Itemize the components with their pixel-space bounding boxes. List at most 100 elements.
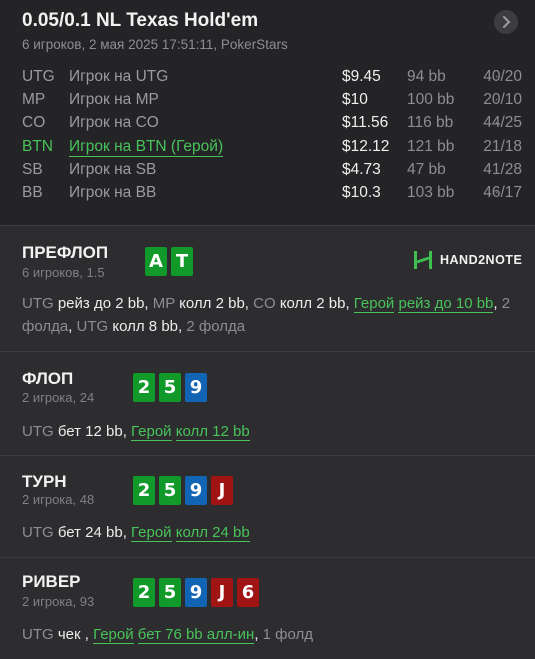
- player-position: SB: [22, 160, 43, 178]
- action-separator: ,: [345, 295, 350, 312]
- player-stack: $10.3: [342, 183, 381, 201]
- action-text: колл 2 bb: [279, 295, 346, 312]
- action-separator: ,: [178, 318, 183, 335]
- board-cards: AT: [145, 247, 193, 276]
- player-stack-bb: 100 bb: [407, 91, 455, 109]
- action-separator: ,: [244, 295, 249, 312]
- player-stack-bb: 103 bb: [407, 183, 455, 201]
- player-row: CO Игрок на CO $11.56 116 bb · 44/25: [22, 114, 522, 137]
- action-player: CO: [253, 295, 276, 312]
- board-cards: 259: [133, 373, 207, 402]
- street-actions: UTG чек , Герой бет 76 bb алл-ин, 1 фолд: [22, 623, 522, 646]
- hero-link[interactable]: Герой: [131, 524, 172, 542]
- playing-card: 9: [185, 373, 207, 402]
- fold-summary: 2 фолда: [186, 318, 246, 335]
- action-player: UTG: [22, 295, 54, 312]
- player-name[interactable]: Игрок на CO: [69, 114, 159, 132]
- playing-card: 2: [133, 373, 155, 402]
- action-text: бет 76 bb алл-ин: [137, 626, 255, 644]
- player-position: CO: [22, 114, 46, 132]
- action-text: колл 12 bb: [175, 423, 250, 441]
- hand2note-logo: HAND2NOTE: [412, 249, 522, 271]
- playing-card: 5: [159, 373, 181, 402]
- player-name[interactable]: Игрок на BB: [69, 184, 156, 202]
- player-name[interactable]: Игрок на UTG: [69, 68, 168, 86]
- player-stack: $9.45: [342, 68, 381, 85]
- hero-link[interactable]: Герой: [131, 423, 172, 441]
- player-position: MP: [22, 91, 46, 109]
- street-info: 2 игрока, 48: [22, 492, 95, 507]
- action-player: MP: [152, 295, 175, 312]
- action-text: рейз до 2 bb: [57, 295, 145, 312]
- playing-card: 9: [185, 476, 207, 505]
- action-text: чек: [57, 626, 81, 643]
- player-row: BTN Игрок на BTN (Герой) $12.12 121 bb · 21/1…: [22, 138, 522, 161]
- playing-card: J: [211, 578, 233, 607]
- street-info: 2 игрока, 93: [22, 594, 95, 609]
- street-name: ПРЕФЛОП: [22, 243, 109, 262]
- action-separator: ,: [80, 626, 89, 643]
- action-player: UTG: [76, 318, 109, 335]
- street-info: 2 игрока, 24: [22, 390, 95, 405]
- action-player: UTG: [22, 524, 54, 541]
- player-position: UTG: [22, 68, 55, 85]
- street-river: РИВЕР 2 игрока, 93 259J6 UTG чек , Герой…: [0, 557, 535, 659]
- action-separator: ,: [254, 626, 259, 643]
- playing-card: 2: [133, 578, 155, 607]
- player-stats: 44/25: [483, 114, 522, 132]
- playing-card: J: [211, 476, 233, 505]
- action-separator: ,: [122, 423, 127, 440]
- street-actions: UTG бет 12 bb, Герой колл 12 bb: [22, 420, 522, 443]
- action-text: колл 8 bb: [112, 318, 179, 335]
- playing-card: T: [171, 247, 193, 276]
- player-stats: 21/18: [483, 137, 522, 155]
- player-row: MP Игрок на MP $10 100 bb · 20/10: [22, 91, 522, 114]
- street-info: 6 игроков, 1.5: [22, 265, 105, 280]
- action-text: рейз до 10 bb: [398, 295, 494, 313]
- action-text: колл 24 bb: [175, 524, 250, 542]
- player-name[interactable]: Игрок на SB: [69, 161, 156, 179]
- hand2note-logo-text: HAND2NOTE: [440, 253, 523, 267]
- player-stack-bb: 47 bb: [407, 160, 446, 178]
- playing-card: A: [145, 247, 167, 276]
- player-row: UTG Игрок на UTG $9.45 94 bb · 40/20: [22, 68, 522, 91]
- player-stats: 20/10: [483, 91, 522, 109]
- players-table: UTG Игрок на UTG $9.45 94 bb · 40/20 MP Игрок н…: [22, 68, 522, 207]
- player-stack-bb: 116 bb: [407, 114, 454, 132]
- playing-card: 6: [237, 578, 259, 607]
- player-stack: $11.56: [342, 114, 389, 132]
- street-name: ТУРН: [22, 472, 67, 491]
- fold-summary: 1 фолд: [262, 626, 314, 643]
- street-actions: UTG рейз до 2 bb, MP колл 2 bb, CO колл …: [22, 292, 522, 338]
- player-stack: $10: [342, 91, 368, 109]
- hero-link[interactable]: Герой: [353, 295, 395, 313]
- player-stack: $12.12: [342, 137, 390, 155]
- hand-header: 0.05/0.1 NL Texas Hold'em 6 игроков, 2 м…: [0, 0, 535, 225]
- hero-link[interactable]: Герой: [93, 626, 134, 644]
- hand2note-logo-icon: [414, 251, 432, 269]
- player-stats: 40/20: [483, 68, 522, 85]
- action-player: UTG: [22, 423, 54, 440]
- player-stats: 41/28: [483, 160, 522, 178]
- playing-card: 5: [159, 476, 181, 505]
- action-text: бет 12 bb: [57, 423, 123, 440]
- action-player: UTG: [22, 626, 54, 643]
- player-stack-bb: 94 bb: [407, 68, 446, 85]
- hand-subtitle: 6 игроков, 2 мая 2025 17:51:11, PokerSta…: [22, 37, 288, 52]
- player-row: BB Игрок на BB $10.3 103 bb · 46/17: [22, 184, 522, 207]
- street-name: ФЛОП: [22, 369, 74, 388]
- player-row: SB Игрок на SB $4.73 47 bb · 41/28: [22, 161, 522, 184]
- hand-title: 0.05/0.1 NL Texas Hold'em: [22, 10, 259, 31]
- street-turn: ТУРН 2 игрока, 48 259J UTG бет 24 bb, Ге…: [0, 455, 535, 557]
- player-name[interactable]: Игрок на MP: [69, 91, 159, 109]
- next-hand-button[interactable]: [494, 10, 518, 34]
- street-actions: UTG бет 24 bb, Герой колл 24 bb: [22, 521, 522, 544]
- action-text: бет 24 bb: [57, 524, 123, 541]
- player-name[interactable]: Игрок на BTN (Герой): [69, 138, 224, 157]
- action-separator: ,: [122, 524, 127, 541]
- player-position: BB: [22, 183, 43, 201]
- action-separator: ,: [493, 295, 498, 312]
- board-cards: 259J6: [133, 578, 259, 607]
- playing-card: 2: [133, 476, 155, 505]
- playing-card: 5: [159, 578, 181, 607]
